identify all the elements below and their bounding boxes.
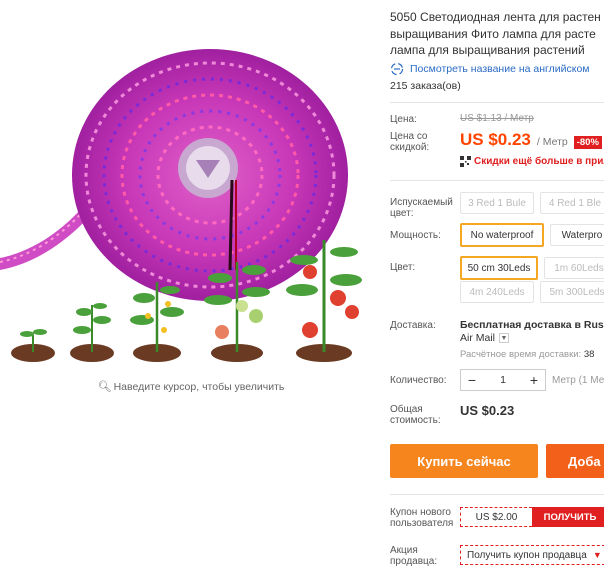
shipping-destination: Бесплатная доставка в Russi bbox=[460, 319, 604, 331]
quantity-decrease-button[interactable]: − bbox=[461, 372, 483, 388]
discount-price-label-1: Цена со bbox=[390, 131, 428, 142]
discount-price-label-2: скидкой: bbox=[390, 142, 430, 153]
shipping-method[interactable]: Air Mail bbox=[460, 332, 495, 344]
power-option-selected[interactable]: No waterproof bbox=[460, 223, 544, 247]
delivery-time-label: Расчётное время доставки: bbox=[460, 349, 582, 360]
divider bbox=[390, 102, 604, 103]
product-image[interactable] bbox=[0, 0, 382, 370]
translate-title-link[interactable]: Посмотреть название на английском bbox=[390, 62, 590, 76]
get-coupon-button[interactable]: ПОЛУЧИТЬ bbox=[532, 507, 604, 527]
shipping-label: Доставка: bbox=[390, 320, 436, 331]
divider bbox=[390, 494, 604, 495]
quantity-stepper[interactable]: − 1 + bbox=[460, 369, 546, 391]
translate-icon bbox=[390, 62, 404, 76]
quantity-note: Метр (1 Мет bbox=[552, 375, 604, 386]
color-option-selected[interactable]: 50 cm 30Leds bbox=[460, 256, 538, 280]
power-label: Мощность: bbox=[390, 230, 441, 241]
chevron-down-icon[interactable]: ▼ bbox=[593, 550, 602, 560]
product-gallery: 🔍︎ Наведите курсор, чтобы увеличить bbox=[0, 0, 382, 572]
price-unit: / Метр bbox=[536, 136, 568, 148]
seller-coupon-button[interactable]: Получить купон продавца ▼ bbox=[460, 545, 604, 565]
new-user-coupon: US $2.00 ПОЛУЧИТЬ bbox=[460, 507, 604, 527]
color-label: Цвет: bbox=[390, 262, 416, 273]
quantity-increase-button[interactable]: + bbox=[523, 372, 545, 388]
shipping-method-select[interactable]: Air Mail ▼ bbox=[460, 332, 510, 344]
buy-now-button[interactable]: Купить сейчас bbox=[390, 444, 538, 478]
seller-promo-label-1: Акция bbox=[390, 545, 418, 556]
quantity-label: Количество: bbox=[390, 375, 447, 386]
total-price: US $0.23 bbox=[460, 403, 515, 418]
seller-coupon-text[interactable]: Получить купон продавца bbox=[467, 550, 587, 561]
current-price: US $0.23 / Метр -80% bbox=[460, 130, 602, 150]
emit-color-label-1: Испускаемый bbox=[390, 197, 453, 208]
new-user-coupon-label-1: Купон нового bbox=[390, 507, 451, 518]
app-promo-text[interactable]: Скидки ещё больше в прил bbox=[474, 156, 604, 167]
chevron-down-icon[interactable]: ▼ bbox=[499, 333, 510, 343]
app-promo-link[interactable]: Скидки ещё больше в прил bbox=[460, 156, 604, 167]
zoom-hint: 🔍︎ Наведите курсор, чтобы увеличить bbox=[0, 380, 382, 393]
product-title: 5050 Светодиодная лента для растен выращ… bbox=[390, 9, 604, 59]
qr-code-icon bbox=[460, 156, 471, 167]
product-title-line: лампа для выращивания растений bbox=[390, 43, 585, 57]
power-option[interactable]: Waterpro bbox=[550, 224, 604, 246]
total-label-1: Общая bbox=[390, 404, 423, 415]
color-option[interactable]: 5m 300Leds bbox=[540, 281, 604, 303]
total-label-2: стоимость: bbox=[390, 415, 441, 426]
emit-color-option[interactable]: 3 Red 1 Bule bbox=[460, 192, 534, 214]
product-title-line: 5050 Светодиодная лента для растен bbox=[390, 10, 601, 24]
coupon-amount: US $2.00 bbox=[460, 507, 532, 527]
magnifier-icon: 🔍︎ bbox=[97, 381, 112, 393]
delivery-time: Расчётное время доставки: 38 bbox=[460, 349, 594, 360]
zoom-hint-text: Наведите курсор, чтобы увеличить bbox=[113, 381, 285, 393]
emit-color-option[interactable]: 4 Red 1 Ble bbox=[540, 192, 604, 214]
emit-color-label-2: цвет: bbox=[390, 208, 414, 219]
product-info: 5050 Светодиодная лента для растен выращ… bbox=[382, 0, 604, 572]
new-user-coupon-label-2: пользователя bbox=[390, 518, 454, 529]
current-price-amount: US $0.23 bbox=[460, 130, 531, 149]
color-option[interactable]: 1m 60Leds bbox=[544, 257, 604, 279]
old-price: US $1.13 / Метр bbox=[460, 113, 534, 124]
delivery-time-value: 38 bbox=[583, 349, 595, 360]
product-title-line: выращивания Фито лампа для расте bbox=[390, 26, 596, 41]
color-option[interactable]: 4m 240Leds bbox=[460, 281, 534, 303]
add-to-cart-button[interactable]: Доба bbox=[546, 444, 604, 478]
seller-promo-label-2: продавца: bbox=[390, 556, 438, 567]
translate-link-text[interactable]: Посмотреть название на английском bbox=[410, 63, 590, 75]
discount-badge: -80% bbox=[573, 136, 602, 149]
orders-count: 215 заказа(ов) bbox=[390, 80, 461, 92]
price-label: Цена: bbox=[390, 114, 417, 125]
divider bbox=[390, 180, 604, 181]
quantity-input[interactable]: 1 bbox=[483, 374, 523, 386]
